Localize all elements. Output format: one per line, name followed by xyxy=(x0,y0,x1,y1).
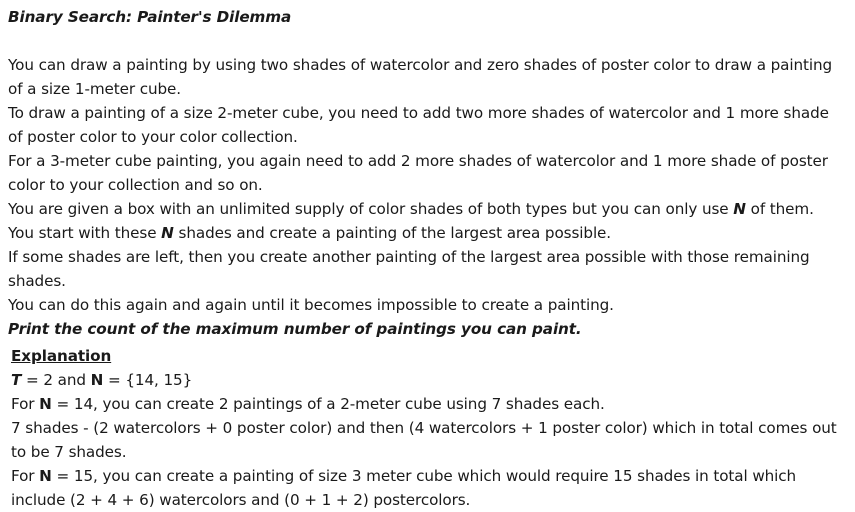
statement-paragraph-3: For a 3-meter cube painting, you again n… xyxy=(8,152,828,194)
problem-title: Binary Search: Painter's Dilemma xyxy=(8,8,292,26)
text-segment: shades and create a painting of the larg… xyxy=(173,224,612,242)
variable-n: N xyxy=(39,395,52,413)
statement-paragraph-1: You can draw a painting by using two sha… xyxy=(8,56,833,98)
statement-paragraph-6: If some shades are left, then you create… xyxy=(8,248,810,290)
problem-statement: You can draw a painting by using two sha… xyxy=(8,53,845,341)
text-segment: For xyxy=(11,467,40,485)
statement-paragraph-5: You start with these N shades and create… xyxy=(8,221,845,245)
text-segment: = 2 and xyxy=(21,371,91,389)
text-segment: = 14, you can create 2 paintings of a 2-… xyxy=(51,395,605,413)
text-segment: = {14, 15} xyxy=(103,371,193,389)
text-segment: For xyxy=(11,395,40,413)
explanation-section: Explanation T = 2 and N = {14, 15} For N… xyxy=(8,344,845,512)
statement-paragraph-2: To draw a painting of a size 2-meter cub… xyxy=(8,104,829,146)
document-page: Binary Search: Painter's Dilemma You can… xyxy=(0,0,845,509)
text-segment: of them. xyxy=(745,200,814,218)
text-segment: You are given a box with an unlimited su… xyxy=(8,200,734,218)
variable-n: N xyxy=(39,467,52,485)
explanation-line-4: For N = 15, you can create a painting of… xyxy=(11,464,845,512)
explanation-line-1: T = 2 and N = {14, 15} xyxy=(11,368,845,392)
explanation-heading: Explanation xyxy=(11,347,112,365)
statement-paragraph-4: You are given a box with an unlimited su… xyxy=(8,197,845,221)
explanation-line-3: 7 shades - (2 watercolors + 0 poster col… xyxy=(11,419,837,461)
variable-n: N xyxy=(161,224,174,242)
task-instruction: Print the count of the maximum number of… xyxy=(8,320,582,338)
text-segment: You start with these xyxy=(8,224,162,242)
explanation-line-2: For N = 14, you can create 2 paintings o… xyxy=(11,392,845,416)
statement-paragraph-7: You can do this again and again until it… xyxy=(8,296,614,314)
variable-n: N xyxy=(733,200,746,218)
variable-t: T xyxy=(11,371,22,389)
variable-n: N xyxy=(90,371,104,389)
